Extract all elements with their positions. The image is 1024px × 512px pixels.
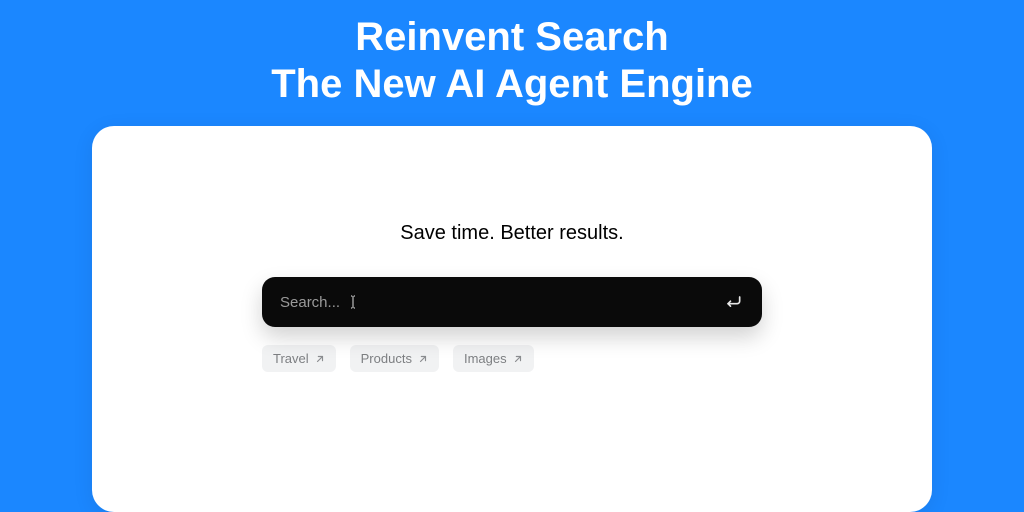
chip-label: Images xyxy=(464,351,507,366)
return-arrow-icon[interactable] xyxy=(722,291,744,313)
chip-images[interactable]: Images xyxy=(453,345,534,372)
search-card: Save time. Better results. Travel xyxy=(92,126,932,512)
suggestion-chips: Travel Products Images xyxy=(262,345,762,372)
chip-label: Travel xyxy=(273,351,309,366)
search-section: Travel Products Images xyxy=(262,277,762,372)
hero-title-line-1: Reinvent Search xyxy=(355,15,668,59)
search-bar[interactable] xyxy=(262,277,762,327)
chip-label: Products xyxy=(361,351,412,366)
arrow-up-right-icon xyxy=(513,354,523,364)
arrow-up-right-icon xyxy=(418,354,428,364)
hero-title-line-2: The New AI Agent Engine xyxy=(271,62,753,106)
chip-products[interactable]: Products xyxy=(350,345,439,372)
search-input[interactable] xyxy=(280,294,722,311)
chip-travel[interactable]: Travel xyxy=(262,345,336,372)
tagline: Save time. Better results. xyxy=(400,222,623,245)
arrow-up-right-icon xyxy=(315,354,325,364)
hero-title: Reinvent Search The New AI Agent Engine xyxy=(271,14,753,108)
